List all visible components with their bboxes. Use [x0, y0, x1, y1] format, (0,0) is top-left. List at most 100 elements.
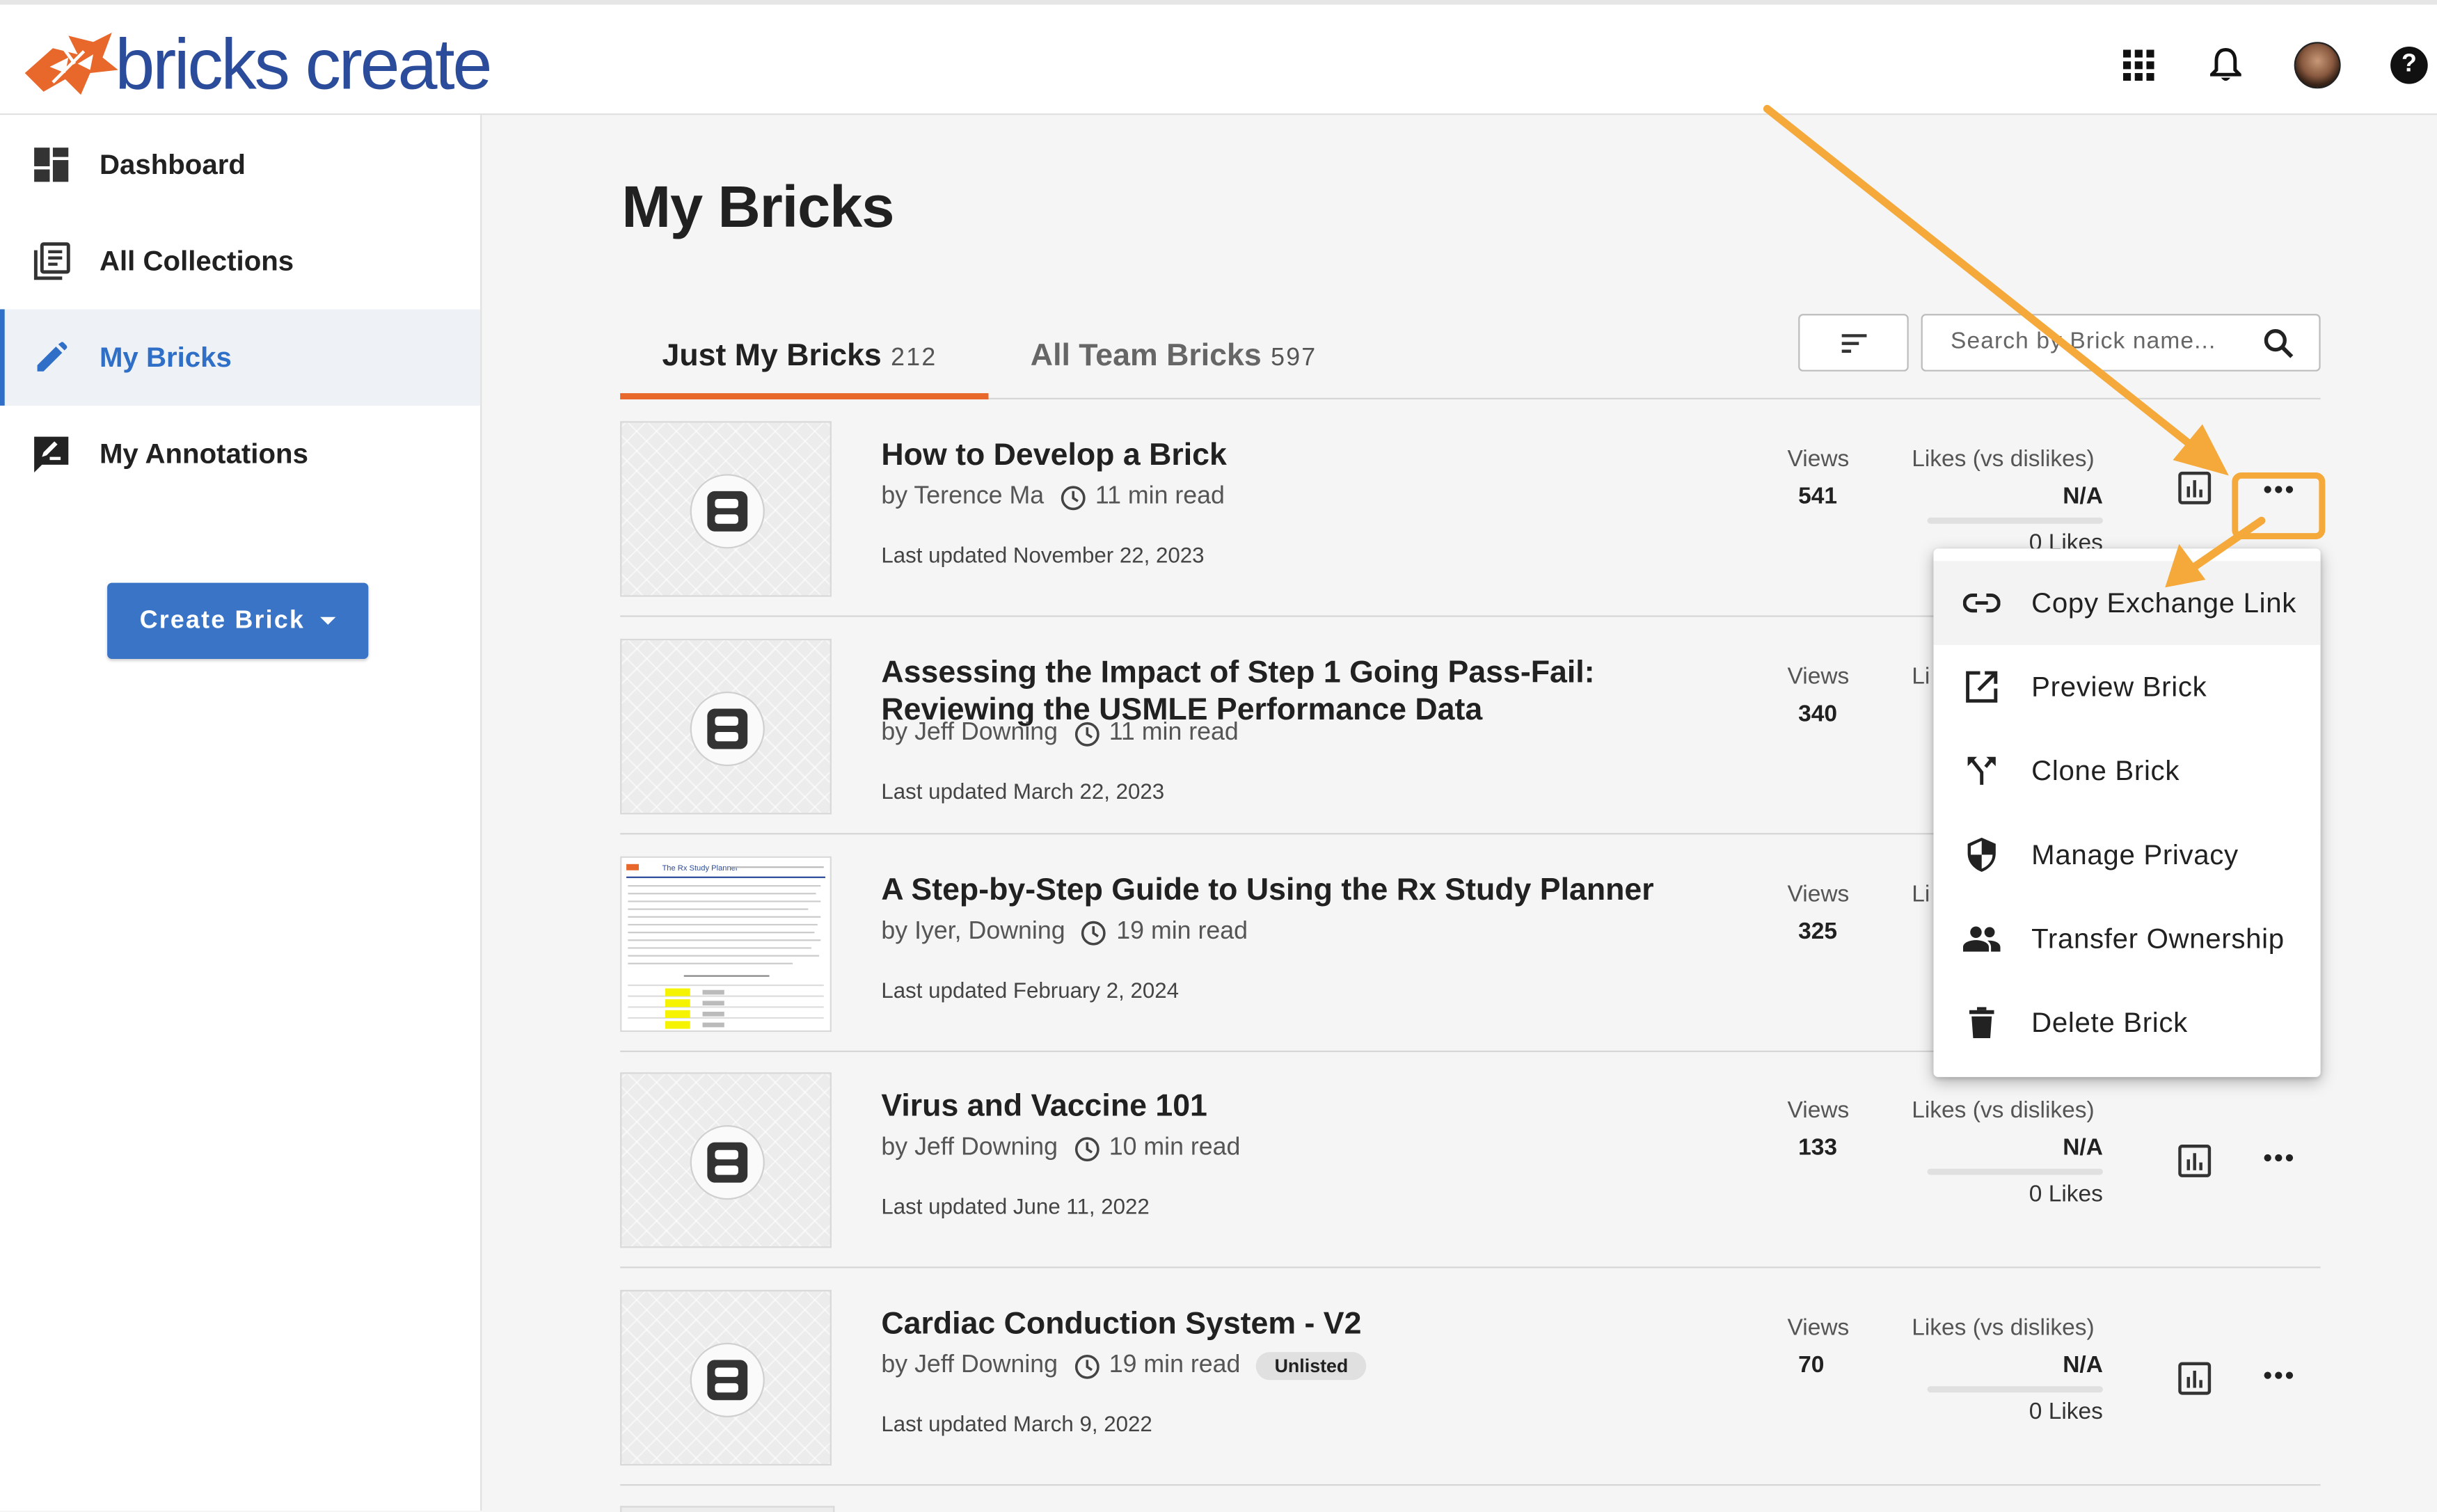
sidebar-item-label: My Bricks — [99, 341, 232, 372]
sidebar-item-all-collections[interactable]: All Collections — [0, 213, 480, 309]
menu-item-preview-brick[interactable]: Preview Brick — [1933, 645, 2320, 729]
likes-label: Likes (vs dislikes) — [1912, 1097, 2095, 1124]
views-label: Views — [1787, 1314, 1850, 1342]
sidebar-item-label: All Collections — [99, 244, 294, 276]
brick-updated: Last updated March 22, 2023 — [881, 778, 1165, 804]
annotation-icon — [31, 433, 72, 474]
brick-row[interactable]: Virus and Vaccine 101 by Jeff Downing 10… — [620, 1051, 2321, 1268]
brick-updated: Last updated June 11, 2022 — [881, 1193, 1150, 1219]
sidebar-item-dashboard[interactable]: Dashboard — [0, 117, 480, 213]
tab-label: All Team Bricks — [1030, 338, 1262, 374]
brick-author: by Iyer, Downing — [881, 918, 1065, 945]
likes-label: Li — [1912, 663, 1930, 690]
analytics-icon[interactable] — [2177, 471, 2212, 505]
likes-count: 0 Likes — [2029, 1181, 2103, 1208]
sidebar-item-my-bricks[interactable]: My Bricks — [0, 309, 481, 406]
brick-title[interactable]: How to Develop a Brick — [881, 437, 1752, 475]
apps-grid-icon[interactable] — [2120, 47, 2157, 84]
open-external-icon — [1963, 668, 2001, 706]
sort-button[interactable] — [1798, 314, 1909, 372]
brick-title[interactable]: Assessing the Impact of Step 1 Going Pas… — [881, 654, 1752, 729]
menu-item-label: Transfer Ownership — [2031, 922, 2285, 954]
brick-author: by Terence Ma — [881, 483, 1045, 510]
views-label: Views — [1787, 1097, 1850, 1124]
menu-item-copy-exchange-link[interactable]: Copy Exchange Link — [1933, 561, 2321, 645]
brick-logo-icon — [707, 1142, 748, 1183]
likes-bar — [1927, 517, 2103, 524]
brick-read-time: 11 min read — [1095, 483, 1225, 510]
brick-row — [620, 1486, 2320, 1512]
likes-ratio: N/A — [2063, 1352, 2103, 1379]
logo-text: bricks create — [115, 23, 492, 104]
document-preview: The Rx Study Planner — [621, 857, 830, 1030]
bell-icon[interactable] — [2207, 47, 2245, 84]
brick-thumbnail[interactable] — [620, 421, 832, 597]
likes-label: Li — [1912, 881, 1930, 908]
dashboard-icon — [31, 145, 72, 185]
menu-item-transfer-ownership[interactable]: Transfer Ownership — [1933, 897, 2320, 981]
analytics-icon[interactable] — [2177, 1144, 2212, 1178]
clock-icon — [1059, 484, 1086, 511]
caret-down-icon — [320, 616, 336, 625]
tab-count: 597 — [1271, 344, 1317, 372]
page-title: My Bricks — [621, 175, 894, 241]
search-icon[interactable] — [2263, 328, 2294, 367]
brick-read-time: 19 min read — [1116, 918, 1248, 945]
brick-title[interactable]: Cardiac Conduction System - V2 — [881, 1305, 1752, 1343]
help-icon[interactable]: ? — [2390, 47, 2428, 84]
more-options-icon[interactable] — [2260, 1139, 2298, 1177]
brick-thumbnail[interactable] — [620, 1072, 832, 1248]
sort-icon — [1841, 333, 1866, 352]
brick-thumbnail[interactable] — [620, 638, 832, 815]
menu-item-clone-brick[interactable]: Clone Brick — [1933, 729, 2320, 813]
brick-author: by Jeff Downing — [881, 1352, 1058, 1379]
brick-updated: Last updated March 9, 2022 — [881, 1411, 1152, 1436]
tab-count: 212 — [891, 344, 937, 372]
likes-ratio: N/A — [2063, 1134, 2103, 1161]
app-root: bricks create ? Dashboard All Collection… — [0, 0, 2437, 1512]
brick-title[interactable]: A Step-by-Step Guide to Using the Rx Stu… — [881, 872, 1752, 909]
views-label: Views — [1787, 881, 1850, 908]
pencil-icon — [31, 337, 72, 378]
brick-read-time: 10 min read — [1109, 1134, 1241, 1161]
annotation-highlight-box — [2232, 472, 2326, 540]
clock-icon — [1073, 1136, 1100, 1162]
brick-title[interactable]: Virus and Vaccine 101 — [881, 1088, 1752, 1125]
brick-meta: by Iyer, Downing 19 min read — [881, 918, 1248, 946]
brick-author: by Jeff Downing — [881, 719, 1058, 747]
search-box — [1921, 314, 2321, 372]
avatar[interactable] — [2294, 42, 2341, 89]
analytics-icon[interactable] — [2177, 1362, 2212, 1396]
brick-updated: Last updated November 22, 2023 — [881, 542, 1205, 568]
brick-updated: Last updated February 2, 2024 — [881, 977, 1180, 1003]
clock-icon — [1081, 919, 1107, 946]
menu-item-manage-privacy[interactable]: Manage Privacy — [1933, 813, 2320, 897]
brick-row[interactable]: Cardiac Conduction System - V2 by Jeff D… — [620, 1268, 2321, 1486]
brick-thumbnail[interactable] — [620, 1289, 832, 1466]
likes-bar — [1927, 1168, 2103, 1175]
brick-logo-icon — [707, 708, 748, 749]
top-bar: bricks create ? — [0, 0, 2437, 116]
brick-thumbnail[interactable]: The Rx Study Planner — [620, 856, 832, 1033]
likes-bar — [1927, 1386, 2103, 1393]
create-brick-button[interactable]: Create Brick — [107, 582, 369, 660]
menu-item-delete-brick[interactable]: Delete Brick — [1933, 980, 2320, 1065]
brick-read-time: 11 min read — [1109, 719, 1239, 747]
views-label: Views — [1787, 446, 1850, 472]
logo[interactable]: bricks create — [22, 23, 492, 104]
brick-read-time: 19 min read — [1109, 1352, 1241, 1379]
trash-icon — [1963, 1004, 2001, 1042]
more-options-icon[interactable] — [2260, 1357, 2298, 1394]
likes-label: Likes (vs dislikes) — [1912, 1314, 2095, 1342]
tab-just-my-bricks[interactable]: Just My Bricks 212 — [662, 339, 937, 374]
search-input[interactable] — [1947, 326, 2249, 356]
brick-author: by Jeff Downing — [881, 1134, 1058, 1161]
shield-icon — [1963, 836, 2001, 874]
likes-count: 0 Likes — [2029, 1399, 2103, 1426]
sidebar-item-my-annotations[interactable]: My Annotations — [0, 406, 480, 502]
views-count: 325 — [1798, 918, 1838, 945]
views-count: 340 — [1798, 701, 1838, 728]
menu-item-label: Copy Exchange Link — [2031, 587, 2297, 618]
tab-all-team-bricks[interactable]: All Team Bricks 597 — [1031, 339, 1317, 374]
brick-meta: by Jeff Downing 10 min read — [881, 1134, 1240, 1162]
